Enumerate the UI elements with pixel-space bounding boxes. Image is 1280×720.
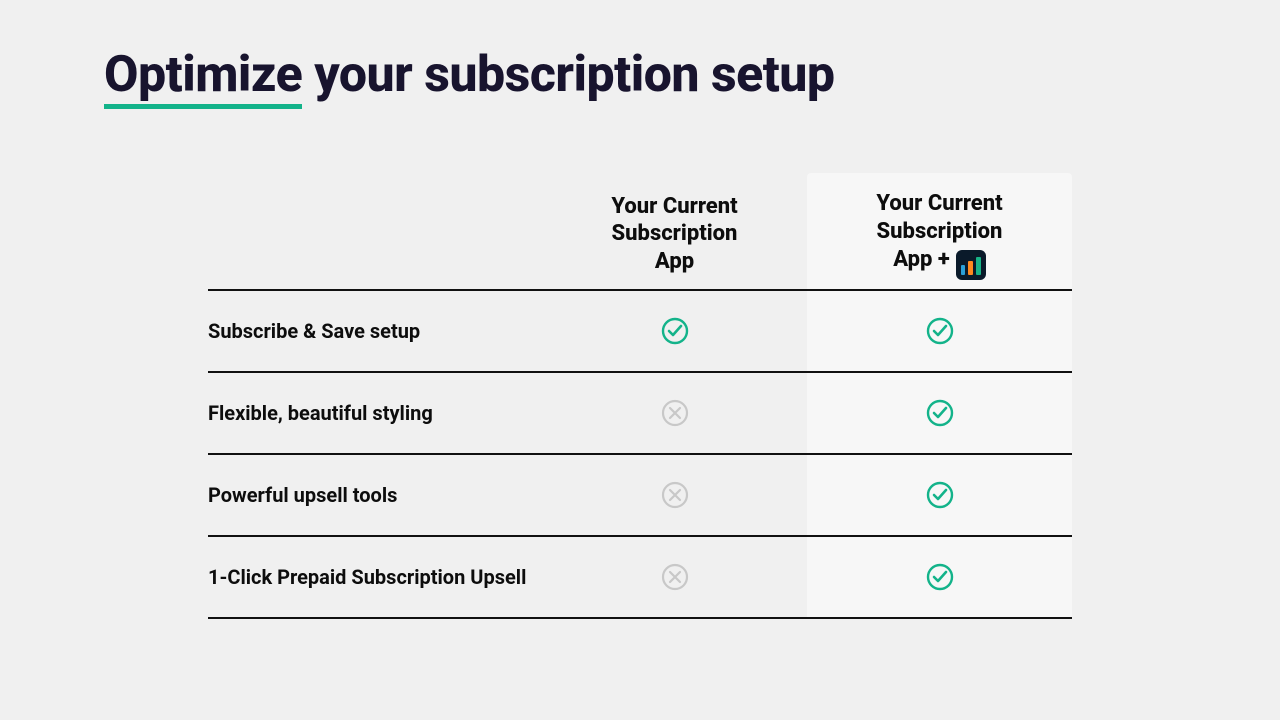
col1-line1: Your Current bbox=[611, 194, 737, 219]
check-icon bbox=[925, 316, 955, 346]
feature-label: Flexible, beautiful styling bbox=[208, 401, 542, 425]
x-icon bbox=[660, 398, 690, 428]
feature-label: Subscribe & Save setup bbox=[208, 319, 542, 343]
check-icon bbox=[660, 316, 690, 346]
title-rest: your subscription setup bbox=[302, 46, 834, 104]
table-header-row: Your Current Subscription App Your Curre… bbox=[208, 173, 1072, 291]
check-icon bbox=[925, 398, 955, 428]
col1-line2: Subscription bbox=[612, 221, 738, 246]
table-row: Subscribe & Save setup bbox=[208, 291, 1072, 373]
table-row: Powerful upsell tools bbox=[208, 455, 1072, 537]
column-header-plus: Your Current Subscription App + bbox=[807, 190, 1072, 275]
x-icon bbox=[660, 562, 690, 592]
cell-col2-row3 bbox=[807, 562, 1072, 592]
page: Optimize your subscription setup Your Cu… bbox=[0, 0, 1280, 720]
column-header-current-text: Your Current Subscription App bbox=[611, 193, 737, 276]
col2-line3-prefix: App + bbox=[893, 246, 950, 274]
cell-col1-row3 bbox=[542, 562, 807, 592]
title-highlight: Optimize bbox=[104, 48, 302, 103]
col2-line2: Subscription bbox=[877, 219, 1003, 244]
column-header-current: Your Current Subscription App bbox=[542, 193, 807, 276]
page-title: Optimize your subscription setup bbox=[104, 48, 1176, 103]
table-row: Flexible, beautiful styling bbox=[208, 373, 1072, 455]
cell-col2-row0 bbox=[807, 316, 1072, 346]
product-logo-icon bbox=[956, 250, 986, 280]
feature-label: 1-Click Prepaid Subscription Upsell bbox=[208, 565, 542, 589]
comparison-table: Your Current Subscription App Your Curre… bbox=[208, 173, 1072, 619]
cell-col1-row0 bbox=[542, 316, 807, 346]
column-header-plus-text: Your Current Subscription App + bbox=[876, 190, 1002, 275]
col1-line3: App bbox=[655, 249, 694, 274]
check-icon bbox=[925, 562, 955, 592]
cell-col2-row2 bbox=[807, 480, 1072, 510]
cell-col1-row1 bbox=[542, 398, 807, 428]
check-icon bbox=[925, 480, 955, 510]
cell-col2-row1 bbox=[807, 398, 1072, 428]
table-row: 1-Click Prepaid Subscription Upsell bbox=[208, 537, 1072, 619]
feature-label: Powerful upsell tools bbox=[208, 483, 542, 507]
col2-line1: Your Current bbox=[876, 191, 1002, 216]
cell-col1-row2 bbox=[542, 480, 807, 510]
x-icon bbox=[660, 480, 690, 510]
